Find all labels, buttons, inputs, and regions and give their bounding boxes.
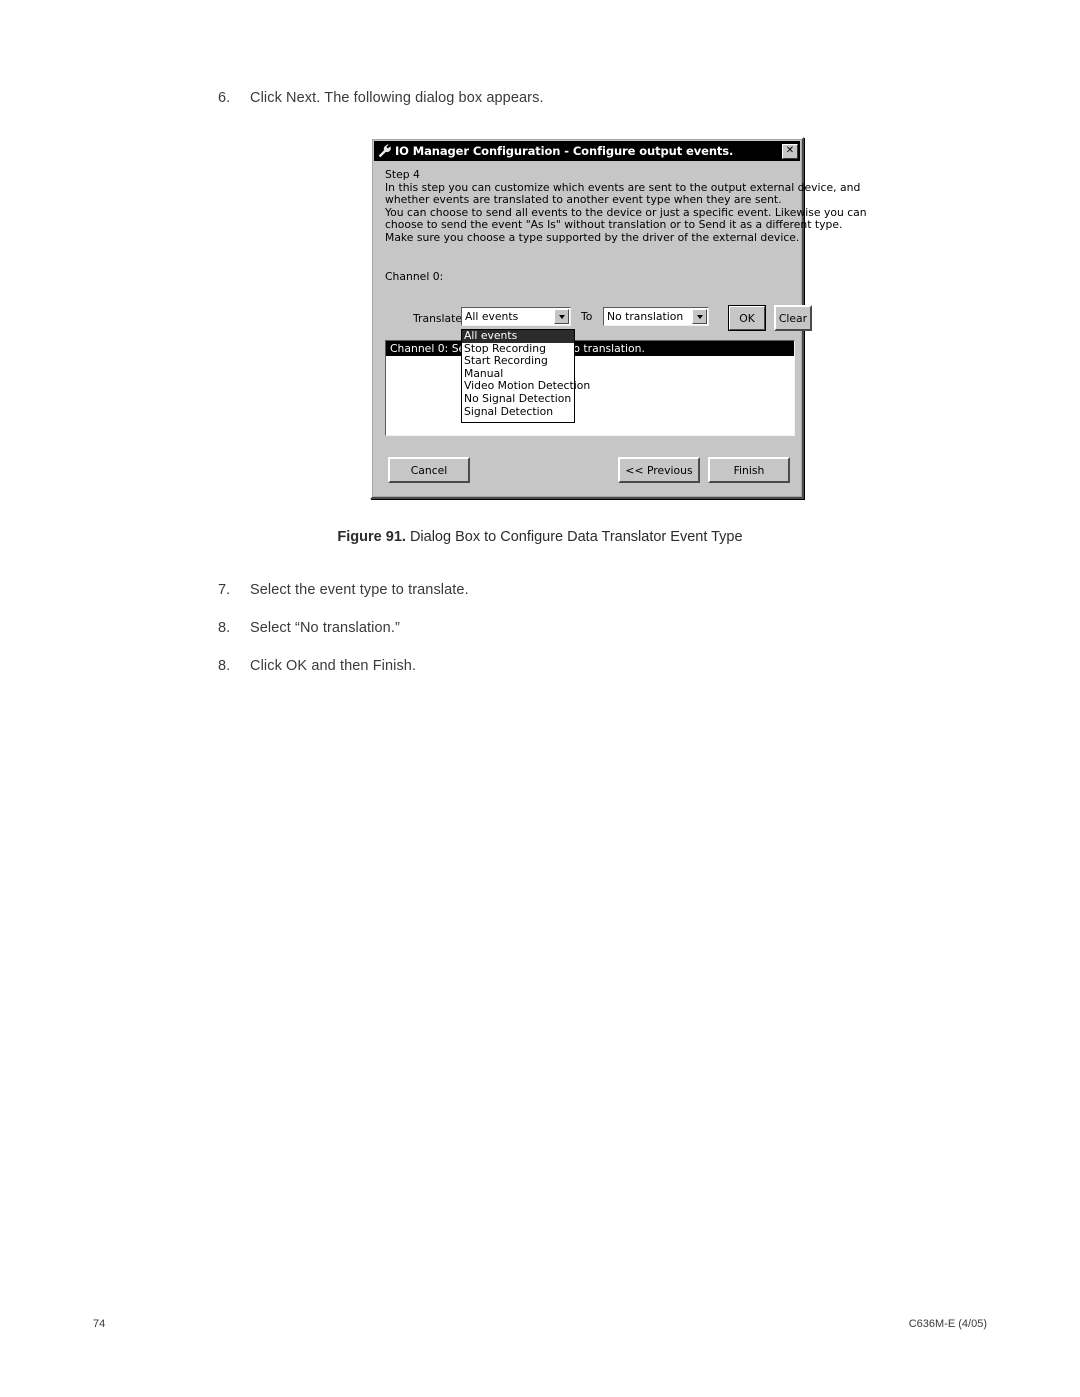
figure-label: Figure 91. — [337, 529, 406, 545]
instruction-line: Make sure you choose a type supported by… — [385, 230, 800, 244]
step-item-8b: 8. Click OK and then Finish. — [218, 658, 416, 675]
step-text: Click Next. The following dialog box app… — [250, 90, 544, 106]
translate-combobox-value: All events — [465, 310, 519, 323]
previous-button[interactable]: << Previous — [618, 457, 700, 483]
translation-summary-listbox[interactable]: Channel 0: Send All events with No trans… — [385, 340, 795, 436]
figure-caption-text: Dialog Box to Configure Data Translator … — [409, 529, 743, 545]
instruction-line: whether events are translated to another… — [385, 193, 782, 207]
ok-button[interactable]: OK — [728, 305, 766, 331]
clear-button[interactable]: Clear — [774, 305, 812, 331]
io-manager-configuration-dialog: IO Manager Configuration - Configure out… — [370, 137, 867, 499]
dropdown-option-no-signal-detection[interactable]: No Signal Detection — [462, 392, 574, 406]
channel-label: Channel 0: — [385, 270, 444, 283]
step-number: 7. — [218, 582, 231, 598]
figure-caption: Figure 91. Dialog Box to Configure Data … — [0, 529, 1080, 545]
step-heading: Step 4 — [385, 168, 420, 181]
dialog-titlebar: IO Manager Configuration - Configure out… — [374, 141, 800, 161]
dropdown-option-signal-detection[interactable]: Signal Detection — [462, 405, 574, 419]
to-combobox[interactable]: No translation — [603, 307, 709, 326]
dropdown-option-all-events[interactable]: All events — [462, 329, 574, 343]
step-text: Click OK and then Finish. — [250, 658, 417, 674]
to-label: To — [581, 310, 593, 323]
list-item[interactable]: Channel 0: Send All events with No trans… — [386, 341, 794, 356]
step-item-7: 7. Select the event type to translate. — [218, 582, 469, 599]
translate-dropdown-list[interactable]: All events Stop Recording Start Recordin… — [461, 329, 590, 424]
step-item-6: 6. Click Next. The following dialog box … — [218, 90, 544, 107]
translate-combobox[interactable]: All events — [461, 307, 571, 326]
step-number: 6. — [218, 90, 231, 106]
chevron-down-icon[interactable] — [692, 309, 707, 324]
close-icon[interactable]: ✕ — [782, 143, 798, 159]
translate-row: Translate All events To No translation O… — [385, 305, 812, 331]
finish-button[interactable]: Finish — [708, 457, 790, 483]
step-text: Select “No translation.” — [250, 620, 400, 636]
step-text: Select the event type to translate. — [250, 582, 469, 598]
page-number: 74 — [93, 1318, 106, 1330]
document-code: C636M-E (4/05) — [908, 1318, 987, 1330]
chevron-down-icon[interactable] — [554, 309, 569, 324]
dialog-title: IO Manager Configuration - Configure out… — [395, 144, 734, 158]
translate-label: Translate — [413, 312, 463, 325]
step-number: 8. — [218, 620, 231, 636]
dropdown-option-start-recording[interactable]: Start Recording — [462, 355, 574, 368]
to-combobox-value: No translation — [607, 310, 684, 323]
step-item-8a: 8. Select “No translation.” — [218, 620, 400, 637]
cancel-button[interactable]: Cancel — [388, 457, 470, 483]
dialog-instructions: Step 4 In this step you can customize wh… — [385, 168, 867, 245]
step-number: 8. — [218, 658, 231, 674]
wrench-icon — [377, 143, 392, 159]
